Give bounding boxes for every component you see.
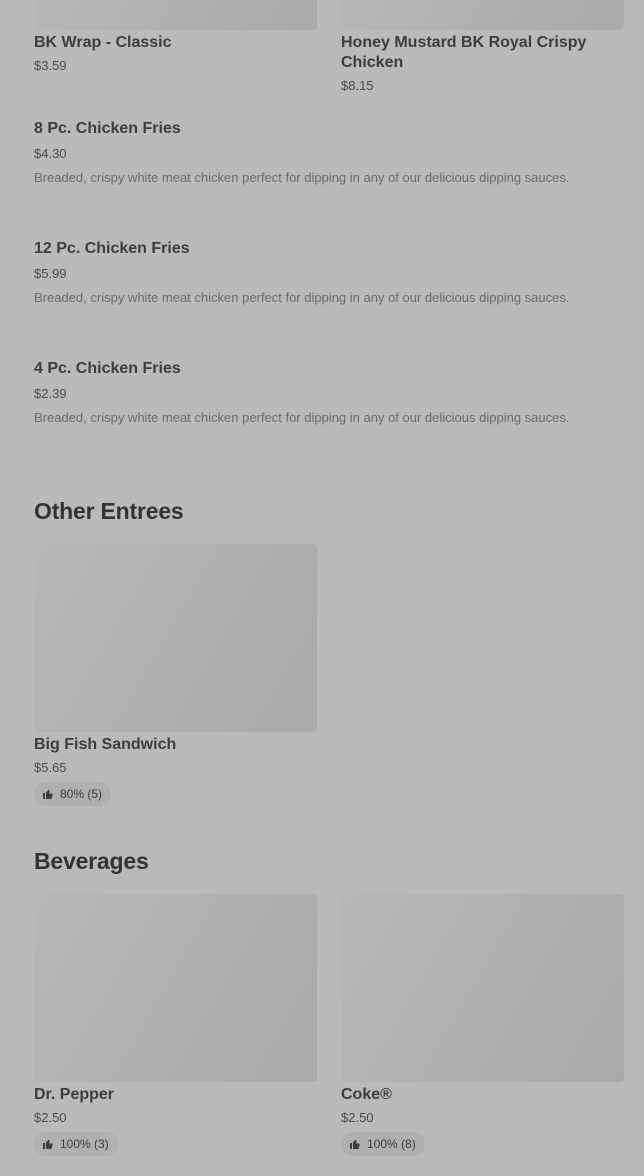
item-name[interactable]: BK Wrap - Classic: [34, 33, 317, 53]
thumbs-up-icon: [42, 1138, 54, 1150]
item-name[interactable]: Dr. Pepper: [34, 1085, 114, 1105]
item-name[interactable]: Coke®: [341, 1085, 392, 1105]
thumbs-up-icon: [42, 788, 54, 800]
item-name[interactable]: Big Fish Sandwich: [34, 735, 176, 755]
list-item-price: $4.30: [34, 146, 67, 161]
list-item-description: Breaded, crispy white meat chicken perfe…: [34, 410, 570, 425]
item-image-big-fish-sandwich[interactable]: [34, 544, 317, 732]
item-image-honey-mustard-royal[interactable]: [341, 0, 624, 30]
thumbs-up-icon: [349, 1138, 361, 1150]
item-price: $3.59: [34, 58, 67, 73]
section-title-beverages: Beverages: [34, 848, 149, 874]
list-item-name[interactable]: 12 Pc. Chicken Fries: [34, 239, 190, 259]
item-price: $5.65: [34, 760, 67, 775]
list-item-description: Breaded, crispy white meat chicken perfe…: [34, 170, 570, 185]
rating-badge: 100% (8): [341, 1132, 425, 1156]
rating-text: 100% (3): [60, 1137, 109, 1151]
item-image-dr-pepper[interactable]: [34, 894, 317, 1082]
item-image-bk-wrap-classic[interactable]: [34, 0, 317, 30]
item-image-coke[interactable]: [341, 894, 624, 1082]
section-title-other-entrees: Other Entrees: [34, 498, 184, 524]
rating-text: 80% (5): [60, 787, 103, 801]
list-item-name[interactable]: 4 Pc. Chicken Fries: [34, 359, 181, 379]
rating-badge: 80% (5): [34, 782, 112, 806]
list-item-description: Breaded, crispy white meat chicken perfe…: [34, 290, 570, 305]
menu-page: BK Wrap - Classic $3.59 Honey Mustard BK…: [0, 0, 644, 1176]
item-price: $8.15: [341, 78, 374, 93]
item-price: $2.50: [34, 1110, 67, 1125]
list-item-price: $5.99: [34, 266, 67, 281]
list-item-name[interactable]: 8 Pc. Chicken Fries: [34, 119, 181, 139]
rating-badge: 100% (3): [34, 1132, 118, 1156]
item-name[interactable]: Honey Mustard BK Royal Crispy Chicken: [341, 33, 624, 73]
item-price: $2.50: [341, 1110, 374, 1125]
list-item-price: $2.39: [34, 386, 67, 401]
rating-text: 100% (8): [367, 1137, 416, 1151]
